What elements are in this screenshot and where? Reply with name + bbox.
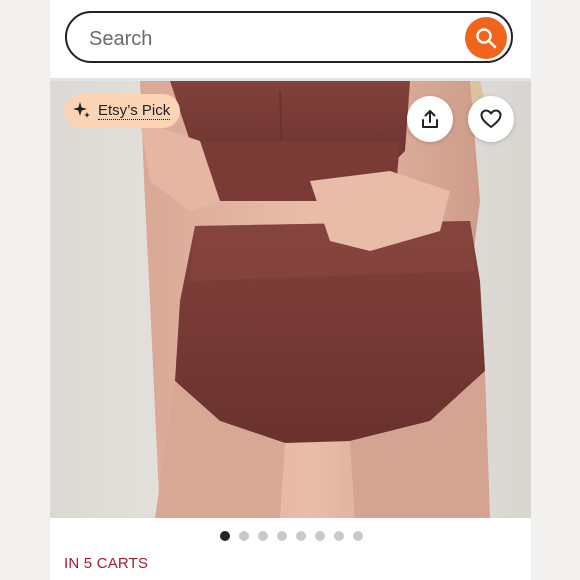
carousel-dot[interactable] xyxy=(220,531,230,541)
in-carts-status: IN 5 CARTS xyxy=(64,555,149,572)
product-page: Etsy’s Pick IN 5 CARTS xyxy=(50,0,531,580)
carousel-dot[interactable] xyxy=(353,531,363,541)
etsys-pick-badge[interactable]: Etsy’s Pick xyxy=(64,94,181,128)
left-margin xyxy=(0,0,50,580)
search-button[interactable] xyxy=(465,17,507,59)
search-bar xyxy=(65,11,513,63)
carousel-dot[interactable] xyxy=(277,531,287,541)
sparkle-icon xyxy=(73,102,90,118)
carousel-dot[interactable] xyxy=(258,531,268,541)
share-icon xyxy=(422,110,438,128)
carousel-dots xyxy=(220,531,363,541)
favorite-button[interactable] xyxy=(468,96,514,142)
search-icon xyxy=(476,28,497,49)
carousel-dot[interactable] xyxy=(334,531,344,541)
carousel-dot[interactable] xyxy=(296,531,306,541)
product-image[interactable]: Etsy’s Pick xyxy=(50,81,531,518)
heart-icon xyxy=(480,109,502,128)
share-button[interactable] xyxy=(407,96,453,142)
product-photo xyxy=(50,81,531,518)
carousel-dot[interactable] xyxy=(239,531,249,541)
search-input[interactable] xyxy=(87,23,451,55)
etsys-pick-label: Etsy’s Pick xyxy=(98,101,171,120)
right-margin xyxy=(531,0,580,580)
carousel-dot[interactable] xyxy=(315,531,325,541)
